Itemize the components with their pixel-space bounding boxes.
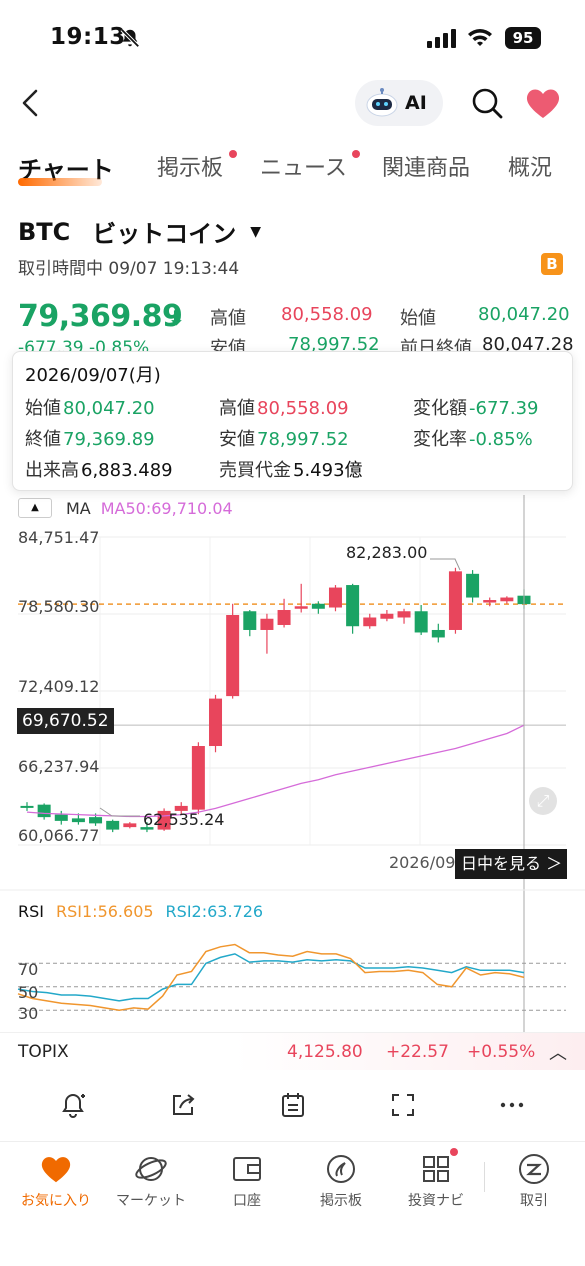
candle-body [54, 814, 68, 821]
candle-body [20, 805, 34, 808]
nav-board-label: 掲示板 [320, 1193, 362, 1209]
board-icon [327, 1155, 355, 1183]
tooltip-change: 変化額 -677.39 [413, 398, 539, 419]
nav-account-label: 口座 [233, 1193, 261, 1209]
more-icon[interactable] [497, 1090, 527, 1120]
crosshair-date-label: 2026/09 [389, 853, 456, 872]
tooltip-change-rate: 変化率 -0.85% [413, 429, 533, 450]
candle-body [380, 613, 394, 619]
candle-body [414, 611, 428, 633]
candle-body [431, 629, 445, 638]
rsi1-value: RSI1:56.605 [56, 902, 154, 921]
chevron-up-icon[interactable]: ︿ [549, 1039, 567, 1065]
tooltip-high: 高値 80,558.09 [219, 398, 349, 419]
candle-body [260, 618, 274, 630]
ma50-line [26, 724, 525, 818]
candle-body [363, 617, 377, 627]
nav-trade[interactable]: 取引 [486, 1152, 582, 1210]
nav-invest-navi-dot [450, 1148, 458, 1156]
min-price-label: 62,535.24 [143, 810, 225, 829]
nav-board[interactable]: 掲示板 [293, 1152, 389, 1210]
candle-body [89, 817, 103, 824]
topix-value: 4,125.80 [287, 1042, 363, 1062]
nav-favorites[interactable]: お気に入り [8, 1152, 104, 1210]
rsi2-line [17, 953, 525, 1002]
rsi-legend: RSI RSI1:56.605 RSI2:63.726 [18, 902, 263, 921]
alert-icon[interactable] [58, 1090, 88, 1120]
tooltip-close: 終値 79,369.89 [25, 429, 155, 450]
nav-separator [484, 1162, 485, 1192]
crosshair-price-tag: 69,670.52 [17, 708, 114, 734]
candle-body [311, 603, 325, 609]
candle-body [328, 587, 342, 608]
bottom-navigation: お気に入り マーケット 口座 掲示板 投資ナビ 取引 [0, 1142, 585, 1266]
heart-icon [41, 1157, 71, 1183]
nav-invest-navi[interactable]: 投資ナビ [388, 1152, 484, 1210]
expand-icon[interactable]: ⤢ [529, 787, 557, 815]
candle-body [277, 610, 291, 625]
rsi-label: RSI [18, 902, 44, 921]
nav-trade-label: 取引 [520, 1193, 548, 1209]
rsi-tick-label: 30 [18, 1004, 39, 1023]
rsi1-line [17, 943, 525, 1012]
candle-body [294, 606, 308, 609]
fullscreen-icon[interactable] [388, 1090, 418, 1120]
y-tick-label: 84,751.47 [18, 528, 100, 547]
tooltip-turnover: 売買代金 5.493億 [219, 460, 363, 481]
calendar-icon[interactable] [278, 1090, 308, 1120]
trade-icon [519, 1154, 549, 1184]
share-icon[interactable] [168, 1090, 198, 1120]
candle-body [123, 823, 137, 828]
nav-favorites-label: お気に入り [21, 1193, 91, 1209]
candle-body [466, 573, 480, 598]
y-tick-label: 66,237.94 [18, 757, 100, 776]
candle-body [397, 611, 411, 618]
y-tick-label: 60,066.77 [18, 826, 100, 845]
candle-body [500, 597, 514, 602]
candlestick-chart[interactable] [0, 0, 585, 1050]
candle-body [226, 615, 240, 697]
rsi2-value: RSI2:63.726 [165, 902, 264, 921]
candle-body [37, 804, 51, 818]
nav-market[interactable]: マーケット [103, 1152, 199, 1210]
chart-toolbar [0, 1070, 585, 1142]
max-price-label: 82,283.00 [346, 543, 428, 562]
candle-body [448, 571, 462, 630]
tooltip-low: 安値 78,997.52 [219, 429, 349, 450]
rsi-tick-label: 70 [18, 960, 39, 979]
y-tick-label: 78,580.30 [18, 597, 100, 616]
view-intraday-button[interactable]: 日中を見る ＞ [455, 849, 567, 879]
tooltip-date: 2026/09/07(月) [25, 365, 161, 386]
candle-body [191, 746, 205, 810]
rsi-tick-label: 50 [18, 983, 39, 1002]
candle-body [346, 585, 360, 627]
tooltip-volume: 出来高 6,883.489 [25, 460, 173, 481]
min-callout-line [99, 807, 140, 817]
planet-icon [135, 1157, 167, 1181]
ohlc-tooltip: 2026/09/07(月) 始値 80,047.20 高値 80,558.09 変化… [12, 351, 573, 491]
topix-name: TOPIX [18, 1042, 69, 1062]
nav-market-label: マーケット [116, 1193, 186, 1209]
candle-body [483, 600, 497, 603]
topix-change: +22.57 [386, 1042, 449, 1062]
grid-icon [423, 1156, 449, 1182]
topix-ticker-bar[interactable]: TOPIX 4,125.80 +22.57 +0.55% ︿ [0, 1032, 585, 1070]
tooltip-open: 始値 80,047.20 [25, 398, 155, 419]
candle-body [106, 820, 120, 830]
candle-body [71, 818, 85, 823]
nav-invest-navi-label: 投資ナビ [408, 1193, 464, 1209]
nav-account[interactable]: 口座 [199, 1152, 295, 1210]
topix-change-pct: +0.55% [467, 1042, 536, 1062]
wallet-icon [233, 1157, 261, 1181]
y-tick-label: 72,409.12 [18, 677, 100, 696]
candle-body [243, 611, 257, 630]
candle-body [209, 698, 223, 747]
